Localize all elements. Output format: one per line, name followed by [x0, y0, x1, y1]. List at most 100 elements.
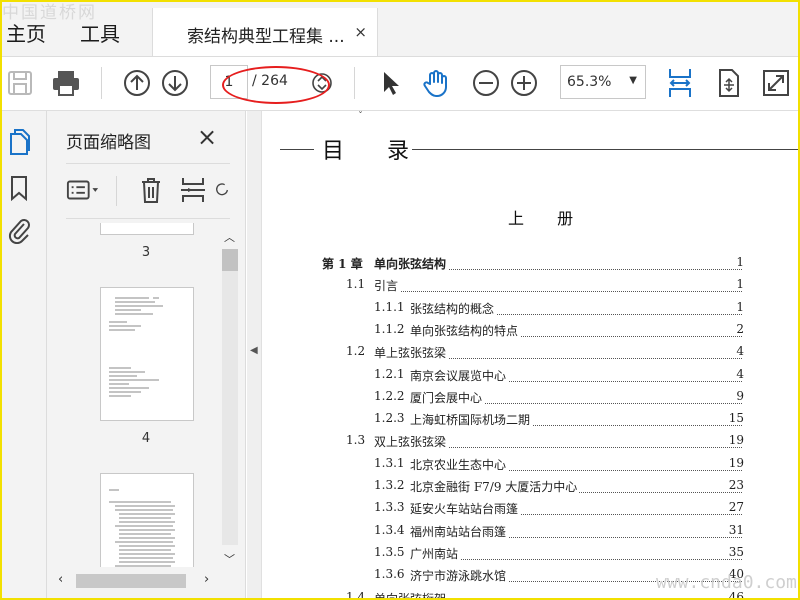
toc-entry[interactable]: 1.3.4 福州南站站台雨篷 31 — [262, 521, 800, 541]
page-number-input[interactable]: 1 — [210, 65, 248, 99]
rotate-icon[interactable] — [712, 67, 744, 99]
chevron-down-icon: ▼ — [629, 75, 637, 86]
toc-entry-number: 1.3.4 — [374, 522, 405, 537]
fit-width-icon[interactable] — [664, 67, 696, 99]
toc-entry[interactable]: 1.2.3 上海虹桥国际机场二期 15 — [262, 409, 800, 429]
toc-entry-number: 1.2.3 — [374, 411, 405, 426]
hand-tool-icon[interactable] — [420, 67, 452, 99]
toc-entry-number: 1.2.1 — [374, 366, 405, 381]
toc-entry-title: 南京会议展览中心 — [410, 366, 509, 384]
toc-entry[interactable]: 1.3.5 广州南站 35 — [262, 543, 800, 563]
document-view[interactable]: 目 录 上 册 第 1 章单向张弦结构 1 1.1 引言 1 1.1.1 张弦结构的概念 1 1… — [262, 111, 800, 600]
close-tab-button[interactable]: × — [354, 23, 367, 41]
page-total: / 264 — [252, 73, 288, 89]
toc-entry[interactable]: 1.2.1 南京会议展览中心 4 — [262, 365, 800, 385]
toc-entry-page: 1 — [734, 299, 744, 314]
chevron-down-icon[interactable]: ﹀ — [224, 551, 235, 567]
zoom-select[interactable]: 65.3% ▼ — [560, 65, 646, 99]
toc-entry-title: 厦门会展中心 — [410, 388, 485, 406]
page-up-icon[interactable] — [121, 67, 153, 99]
page-thumbnails-panel: 页面缩略图 × 3 4 ︿ ﹀ ‹ › — [47, 111, 246, 600]
print-icon[interactable] — [50, 67, 82, 99]
attachment-icon[interactable] — [6, 215, 32, 245]
scroll-thumb[interactable] — [222, 249, 238, 271]
triangle-left-icon: ◀ — [250, 345, 258, 356]
toc-entry-number: 1.3.2 — [374, 478, 405, 492]
thumbnail-label: 4 — [141, 431, 151, 446]
thumbnail-page-4[interactable] — [100, 287, 194, 421]
thumbnail-text-lines — [109, 489, 175, 567]
toc-entry-title: 引言 — [374, 277, 401, 295]
toc-entry-title: 北京农业生态中心 — [410, 455, 509, 473]
rule-line — [280, 149, 314, 150]
toc-entry-number: 1.3.6 — [374, 567, 405, 582]
thumbnail-page-3[interactable] — [100, 223, 194, 235]
toc-entry-number: 1.2 — [346, 344, 366, 359]
panel-title: 页面缩略图 — [66, 133, 151, 153]
document-tab[interactable]: 索结构典型工程集 ... × — [152, 8, 378, 56]
toc-entry-number: 1.1.2 — [374, 321, 405, 336]
panel-collapse-handle[interactable]: ◀ — [247, 111, 262, 600]
zoom-out-icon[interactable] — [470, 67, 502, 99]
chevron-left-icon[interactable]: ‹ — [58, 572, 63, 587]
trash-icon[interactable] — [134, 174, 168, 206]
select-cursor-icon[interactable] — [374, 67, 406, 99]
save-icon[interactable] — [4, 67, 36, 99]
thumbnail-label: 3 — [141, 245, 151, 260]
document-tab-title: 索结构典型工程集 ... — [187, 27, 345, 47]
toc-entry-page: 35 — [726, 544, 744, 559]
thumbnail-list: 3 4 — [66, 223, 220, 567]
toc-entry-page: 1 — [734, 277, 744, 292]
toc-entry-page: 4 — [734, 366, 744, 381]
rule-line — [412, 149, 800, 150]
toolbar-separator — [354, 67, 355, 99]
page-down-icon[interactable] — [159, 67, 191, 99]
toc-entry[interactable]: 1.1.1 张弦结构的概念 1 — [262, 298, 800, 318]
toc-entry-number: 第 1 章 — [322, 257, 363, 271]
toc-entry[interactable]: 1.2.2 厦门会展中心 9 — [262, 387, 800, 407]
toc-entry[interactable]: 1.3.1 北京农业生态中心 19 — [262, 454, 800, 474]
thumbnail-tools — [66, 163, 230, 219]
page-stepper-icon[interactable] — [306, 67, 338, 99]
thumbnail-hscrollbar[interactable]: ‹ › — [52, 571, 220, 589]
watermark-top-left: 中国道桥网 — [2, 3, 97, 23]
toc-entry[interactable]: 1.1 引言 1 — [262, 275, 800, 295]
toc-entry-number: 1.3.1 — [374, 455, 405, 470]
toc-entry-number: 1.3 — [346, 433, 366, 448]
toc-entry[interactable]: 1.1.2 单向张弦结构的特点 2 — [262, 320, 800, 340]
hscroll-thumb[interactable] — [76, 574, 186, 588]
close-panel-button[interactable]: × — [197, 123, 217, 151]
thumbnail-options-icon[interactable] — [66, 174, 100, 206]
toc-entry[interactable]: 1.2 单上弦张弦梁 4 — [262, 342, 800, 362]
zoom-in-icon[interactable] — [508, 67, 540, 99]
scroll-track — [222, 249, 238, 545]
bookmark-icon[interactable] — [6, 173, 32, 203]
zoom-value: 65.3% — [567, 74, 612, 90]
panel-separator — [116, 176, 117, 206]
toc-entry-title: 北京金融街 F7/9 大厦活力中心 — [410, 478, 580, 495]
toc-entry-page: 1 — [734, 255, 744, 269]
toc-entry-title: 单向张弦结构的特点 — [410, 321, 521, 339]
thumbnail-scrollbar[interactable]: ︿ ﹀ — [220, 225, 238, 569]
chevron-right-icon[interactable]: › — [204, 572, 209, 587]
toc-entry-page: 15 — [726, 411, 744, 426]
toc-entry[interactable]: 第 1 章单向张弦结构 1 — [262, 253, 800, 273]
pages-icon[interactable] — [6, 127, 32, 157]
fullscreen-icon[interactable] — [760, 67, 792, 99]
toc-entry-page: 31 — [726, 522, 744, 537]
chevron-up-icon[interactable]: ︿ — [224, 229, 235, 245]
thumbnail-page-5[interactable] — [100, 473, 194, 567]
toc-entry-title: 单上弦张弦梁 — [374, 344, 449, 362]
toc-entry-page: 19 — [726, 433, 744, 448]
toc-entry-title: 张弦结构的概念 — [410, 299, 497, 317]
toc-entry-page: 4 — [734, 344, 744, 359]
toc-entry-title: 延安火车站站台雨篷 — [410, 500, 521, 518]
split-page-icon[interactable] — [176, 174, 210, 206]
rotate-page-icon[interactable] — [214, 174, 230, 206]
toc-entry[interactable]: 1.3.2 北京金融街 F7/9 大厦活力中心 23 — [262, 476, 800, 496]
toc-entry-title: 福州南站站台雨篷 — [410, 522, 509, 540]
toc-entry-number: 1.1.1 — [374, 299, 405, 314]
toc-entry[interactable]: 1.3.3 延安火车站站台雨篷 27 — [262, 498, 800, 518]
toc-entry[interactable]: 1.3 双上弦张弦梁 19 — [262, 431, 800, 451]
toc-entry-page: 27 — [726, 500, 744, 515]
